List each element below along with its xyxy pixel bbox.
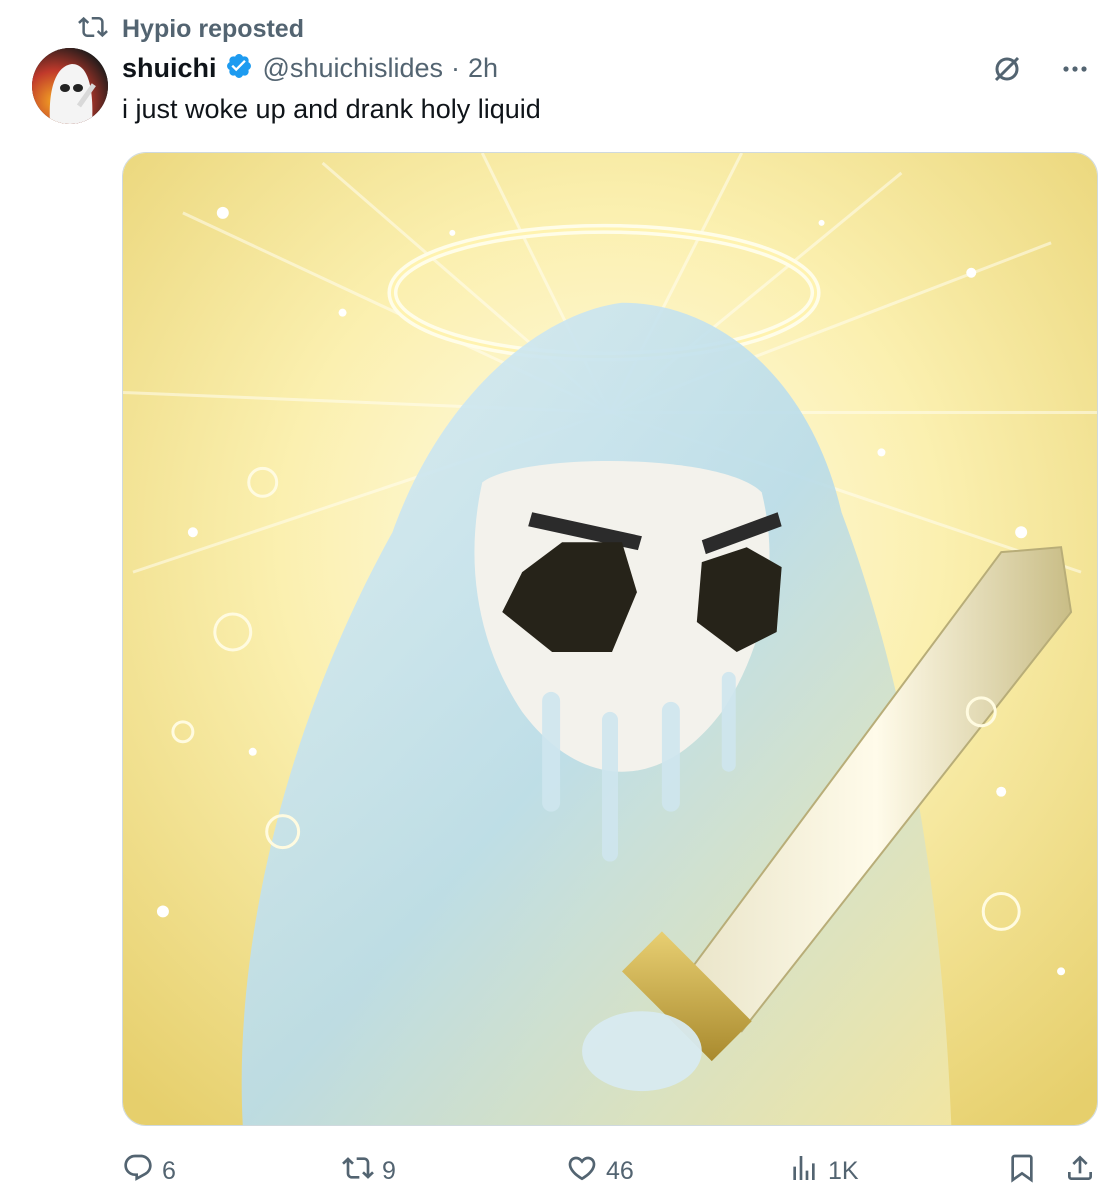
reply-icon <box>122 1152 154 1191</box>
avatar[interactable] <box>32 48 108 124</box>
tweet-action-bar: 6 9 46 1K <box>0 1148 1120 1192</box>
repost-action-icon <box>342 1152 374 1191</box>
repost-label: Hypio reposted <box>122 15 304 43</box>
reply-count: 6 <box>162 1157 176 1185</box>
tweet-timestamp[interactable]: 2h <box>468 53 498 84</box>
reply-button[interactable]: 6 <box>122 1152 176 1191</box>
views-chart-icon <box>788 1152 820 1191</box>
grok-icon[interactable] <box>990 52 1024 91</box>
bookmark-button[interactable] <box>1006 1152 1038 1191</box>
tweet-header: shuichi @shuichislides · 2h <box>122 52 498 85</box>
share-icon <box>1064 1152 1096 1191</box>
more-options-icon[interactable] <box>1058 52 1092 91</box>
like-button[interactable]: 46 <box>566 1152 634 1191</box>
heart-icon <box>566 1152 598 1191</box>
separator-dot: · <box>451 53 460 83</box>
ghost-angel-with-sword-image <box>123 153 1097 1125</box>
author-display-name[interactable]: shuichi <box>122 53 217 84</box>
views-count: 1K <box>828 1157 859 1185</box>
bookmark-icon <box>1006 1152 1038 1191</box>
tweet-top-actions <box>990 52 1092 91</box>
verified-badge-icon <box>217 52 263 85</box>
share-button[interactable] <box>1064 1152 1096 1191</box>
repost-count: 9 <box>382 1157 396 1185</box>
views-button[interactable]: 1K <box>788 1152 859 1191</box>
like-count: 46 <box>606 1157 634 1185</box>
tweet-text: i just woke up and drank holy liquid <box>122 94 541 124</box>
repost-icon <box>78 12 108 47</box>
author-handle[interactable]: @shuichislides <box>263 53 443 84</box>
tweet-media-image[interactable] <box>122 152 1098 1126</box>
repost-indicator[interactable]: Hypio reposted <box>78 12 304 47</box>
repost-button[interactable]: 9 <box>342 1152 396 1191</box>
